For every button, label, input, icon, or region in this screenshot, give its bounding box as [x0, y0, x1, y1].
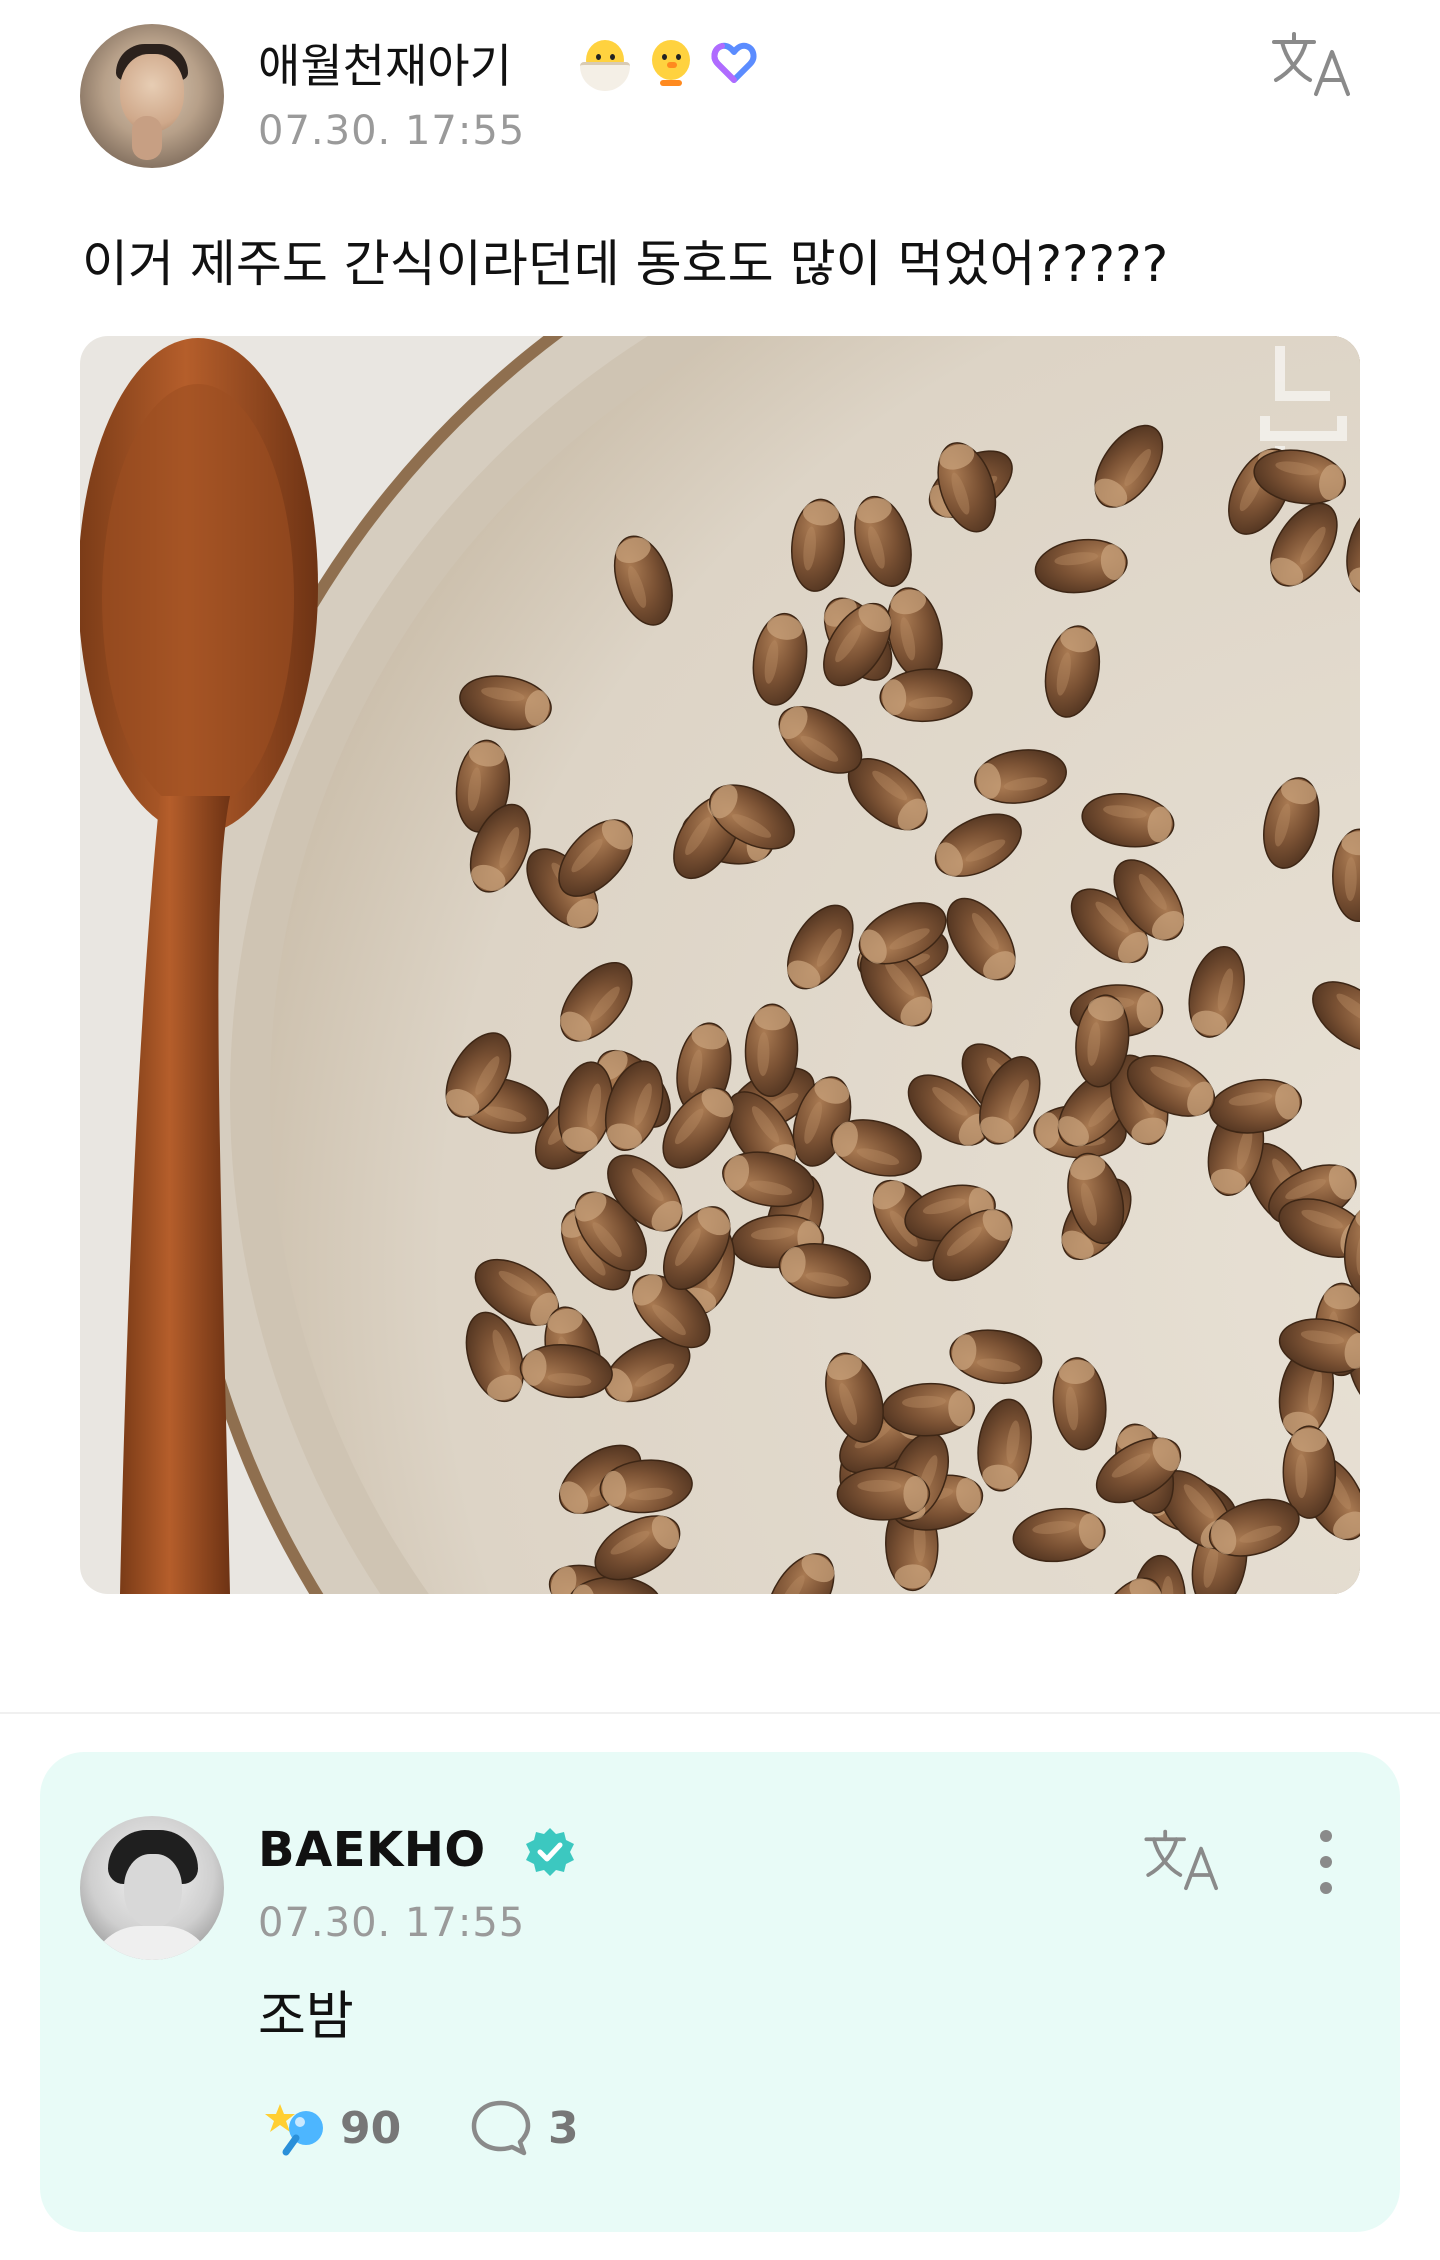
- reaction-button[interactable]: 90: [262, 2098, 401, 2158]
- post-author-name[interactable]: 애월천재아기: [258, 30, 512, 96]
- verified-badge-icon: [526, 1828, 574, 1876]
- post-timestamp: 07.30. 17:55: [258, 108, 526, 154]
- nuts-photo-image: [80, 336, 1360, 1594]
- post-author-avatar[interactable]: [80, 24, 224, 168]
- author-badges: [576, 32, 760, 92]
- comment-author-name[interactable]: BAEKHO: [258, 1822, 486, 1878]
- reply-button[interactable]: 3: [470, 2098, 579, 2158]
- artist-comment-card[interactable]: BAEKHO 07.30. 17:55 조밤 90 3: [40, 1752, 1400, 2232]
- comment-author-avatar[interactable]: [80, 1816, 224, 1960]
- section-divider: [0, 1712, 1440, 1714]
- post-body-text: 이거 제주도 간식이라던데 동호도 많이 먹었어?????: [82, 235, 1169, 293]
- reaction-count: 90: [340, 2102, 402, 2154]
- post-photo[interactable]: [80, 336, 1360, 1594]
- reply-count: 3: [548, 2102, 579, 2154]
- speech-bubble-icon: [471, 2100, 531, 2156]
- hatching-chick-icon: [576, 34, 632, 91]
- more-options-icon[interactable]: [1314, 1826, 1338, 1898]
- lightstick-reaction-icon: [265, 2104, 323, 2156]
- chick-icon: [642, 34, 698, 90]
- translate-icon[interactable]: [1270, 28, 1360, 98]
- heart-badge-icon: [711, 42, 757, 83]
- translate-icon[interactable]: [1142, 1826, 1228, 1892]
- comment-timestamp: 07.30. 17:55: [258, 1900, 526, 1946]
- comment-body-text: 조밤: [258, 1987, 354, 2047]
- post-detail-page: 애월천재아기 07.30. 17:55 이거 제주도 간식이라던데 동호도 많이…: [0, 0, 1440, 2260]
